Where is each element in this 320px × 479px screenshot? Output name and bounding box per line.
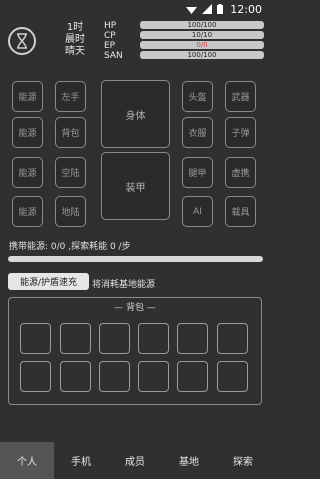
tab-members[interactable]: 成员 (108, 442, 162, 479)
stat-bars: 100/100 10/10 0/0 100/100 (140, 21, 264, 59)
san-label: SAN (104, 51, 123, 61)
stat-labels: HP CP EP SAN (104, 21, 123, 61)
status-clock: 12:00 (230, 2, 262, 16)
slot-ground[interactable]: 地陆 (55, 196, 86, 227)
energy-progress-bar (8, 256, 263, 262)
backpack-slot[interactable] (138, 361, 169, 392)
slot-energy-3[interactable]: 能源 (12, 157, 43, 188)
slot-armor[interactable]: 装甲 (101, 152, 170, 220)
slot-left-hand[interactable]: 左手 (55, 81, 86, 112)
ep-bar: 0/0 (140, 41, 264, 49)
wifi-icon (186, 6, 198, 14)
charge-note: 将消耗基地能源 (92, 280, 156, 290)
slot-bullet[interactable]: 子弹 (225, 117, 256, 148)
slot-backpack[interactable]: 背包 (55, 117, 86, 148)
backpack-slot[interactable] (177, 323, 208, 354)
tab-explore[interactable]: 探索 (216, 442, 270, 479)
bottom-tab-bar: 个人 手机 成员 基地 探索 (0, 442, 270, 479)
status-bar: 12:00 (0, 0, 270, 18)
san-bar: 100/100 (140, 51, 264, 59)
time-weather: 1时 晨时 晴天 (60, 22, 90, 58)
slot-weapon[interactable]: 武器 (225, 81, 256, 112)
cp-label: CP (104, 31, 116, 41)
tab-personal[interactable]: 个人 (0, 442, 54, 479)
hourglass-icon[interactable] (8, 27, 36, 55)
backpack-slot[interactable] (99, 361, 130, 392)
backpack-slot[interactable] (20, 323, 51, 354)
backpack-slot[interactable] (60, 323, 91, 354)
slot-clothes[interactable]: 衣服 (182, 117, 213, 148)
backpack-title: — 背包 — (114, 303, 156, 313)
energy-info: 携带能源: 0/0 ,探索耗能 0 /步 (9, 242, 131, 252)
slot-body[interactable]: 身体 (101, 80, 170, 148)
slot-virtual[interactable]: 虚携 (225, 157, 256, 188)
slot-energy-4[interactable]: 能源 (12, 196, 43, 227)
hour-label: 1时 (66, 22, 84, 33)
slot-leg-armor[interactable]: 腿甲 (182, 157, 213, 188)
backpack-slot[interactable] (138, 323, 169, 354)
backpack-slot[interactable] (217, 361, 248, 392)
slot-energy-2[interactable]: 能源 (12, 117, 43, 148)
slot-helmet[interactable]: 头盔 (182, 81, 213, 112)
battery-icon (217, 4, 224, 14)
tab-base[interactable]: 基地 (162, 442, 216, 479)
hp-bar: 100/100 (140, 21, 264, 29)
period-label: 晨时 (65, 34, 85, 45)
slot-energy-1[interactable]: 能源 (12, 81, 43, 112)
backpack-slot[interactable] (60, 361, 91, 392)
backpack-slot[interactable] (20, 361, 51, 392)
cp-bar: 10/10 (140, 31, 264, 39)
slot-air-land[interactable]: 空陆 (55, 157, 86, 188)
signal-icon (202, 4, 213, 14)
slot-vehicle[interactable]: 载具 (225, 196, 256, 227)
hp-label: HP (104, 21, 117, 31)
quick-charge-button[interactable]: 能源/护盾速充 (8, 273, 89, 290)
tab-phone[interactable]: 手机 (54, 442, 108, 479)
backpack-slot[interactable] (217, 323, 248, 354)
weather-label: 晴天 (65, 46, 85, 57)
ep-label: EP (104, 41, 116, 51)
backpack-slot[interactable] (177, 361, 208, 392)
slot-ai[interactable]: AI (182, 196, 213, 227)
backpack-slot[interactable] (99, 323, 130, 354)
